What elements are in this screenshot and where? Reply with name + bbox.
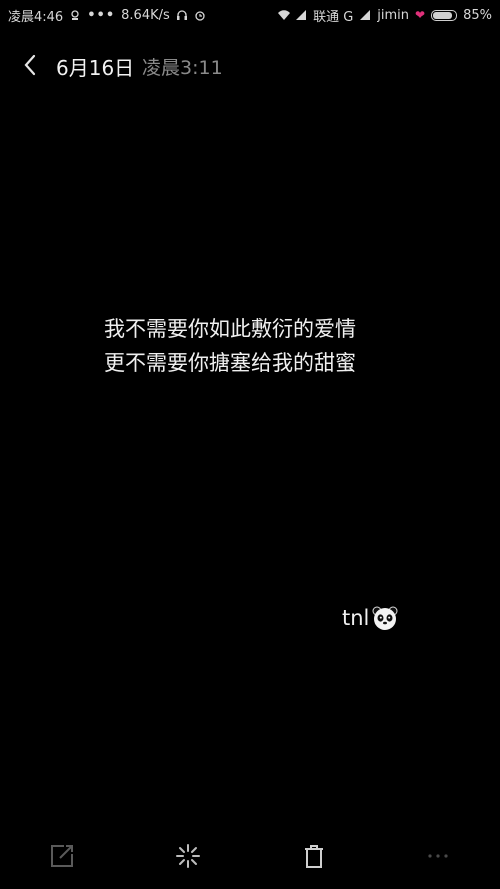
alarm-icon [194, 9, 206, 21]
note-time: 凌晨3:11 [142, 57, 223, 79]
status-right: 联通 G jimin ❤ 85% [277, 6, 492, 25]
heart-icon: ❤ [415, 8, 426, 22]
more-icon [428, 854, 448, 858]
chevron-left-icon [24, 54, 36, 76]
back-button[interactable] [20, 52, 42, 78]
signature-text: tnl [342, 606, 370, 630]
share-button[interactable] [48, 842, 76, 870]
status-time: 凌晨4:46 [8, 9, 64, 25]
note-content[interactable]: 我不需要你如此敷衍的爱情 更不需要你搪塞给我的甜蜜 [104, 312, 424, 380]
note-date: 6月16日 [56, 56, 135, 80]
sparkle-icon [176, 844, 200, 868]
battery-fill [433, 11, 452, 19]
signal-icon-2 [359, 9, 371, 21]
trash-icon [305, 845, 323, 868]
battery-percent: 85% [463, 7, 492, 23]
wifi-icon [277, 9, 291, 21]
share-icon [51, 845, 73, 867]
more-button[interactable] [424, 842, 452, 870]
delete-button[interactable] [300, 842, 328, 870]
content-line-2: 更不需要你搪塞给我的甜蜜 [104, 351, 356, 375]
more-notifications-icon: ••• [87, 7, 116, 23]
user-name: jimin [377, 7, 410, 23]
battery-icon [431, 9, 458, 21]
signal-icon [295, 9, 307, 21]
carrier-label: 联通 G [313, 9, 354, 25]
signature: tnl [342, 604, 399, 632]
note-header: 6月16日 凌晨3:11 [0, 44, 500, 88]
status-bar: 凌晨4:46 ••• 8.64K/s 联通 G jimin ❤ 85% [0, 0, 500, 30]
headphones-icon [176, 9, 188, 21]
bottom-toolbar [0, 832, 500, 878]
content-line-1: 我不需要你如此敷衍的爱情 [104, 317, 356, 341]
notification-icon [69, 9, 81, 21]
panda-emoji-icon [372, 606, 398, 630]
network-speed: 8.64K/s [121, 7, 170, 23]
sparkle-button[interactable] [174, 842, 202, 870]
status-left: 凌晨4:46 ••• 8.64K/s [8, 6, 206, 25]
